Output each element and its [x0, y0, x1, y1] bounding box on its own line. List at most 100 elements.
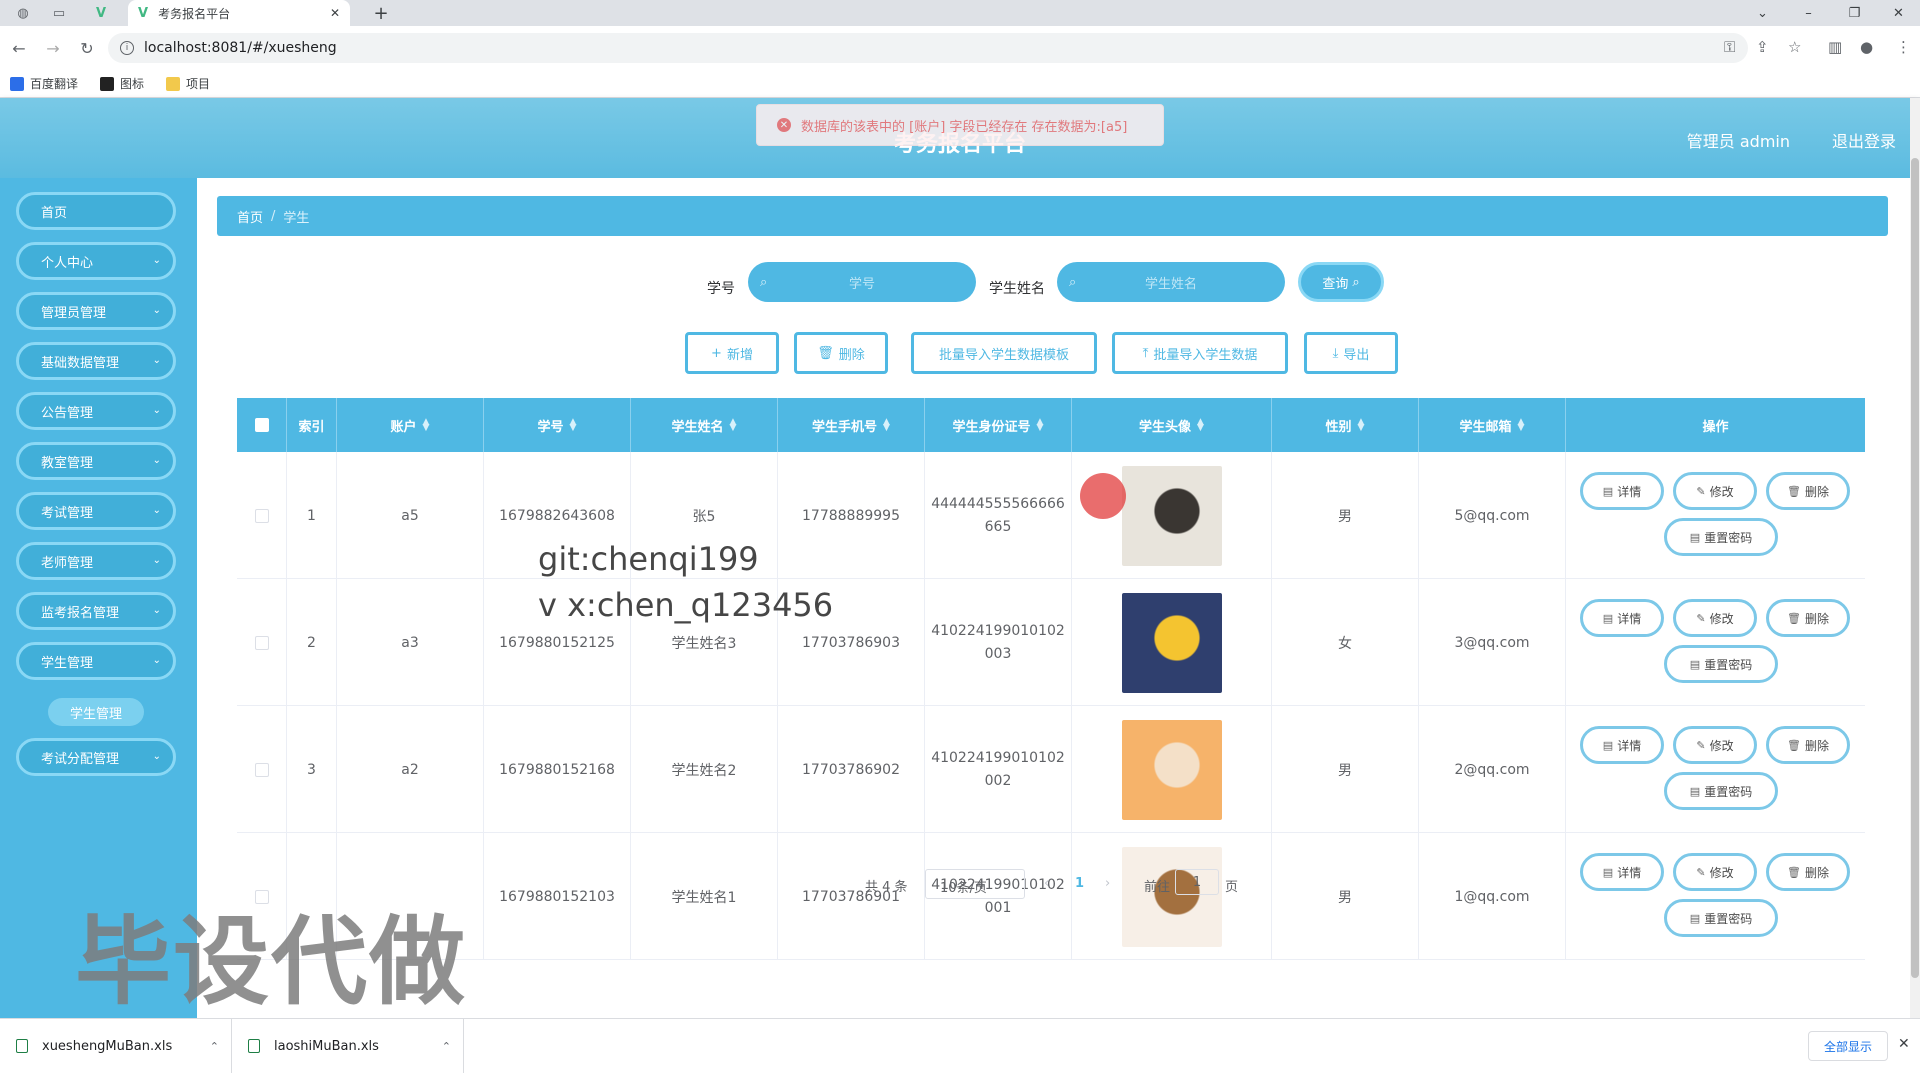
- reset-password-button[interactable]: ▤ 重置密码: [1664, 645, 1778, 683]
- import-template-button[interactable]: 批量导入学生数据模板: [911, 332, 1097, 374]
- sort-icon[interactable]: ▲ ▼: [1358, 418, 1365, 433]
- edit-button[interactable]: ✎ 修改: [1673, 472, 1757, 510]
- bookmark-xiangmu[interactable]: 项目: [166, 75, 210, 92]
- index-value: 1: [307, 507, 316, 524]
- sidebar-item-exam[interactable]: 考试管理 ⌄: [16, 492, 176, 530]
- sidebar-item-classroom[interactable]: 教室管理 ⌄: [16, 442, 176, 480]
- sort-icon[interactable]: ▲ ▼: [883, 418, 890, 433]
- share-icon[interactable]: ⇪: [1756, 38, 1769, 56]
- sidebar-item-admin[interactable]: 管理员管理 ⌄: [16, 292, 176, 330]
- close-downloads-icon[interactable]: ✕: [1898, 1036, 1910, 1052]
- next-page-icon[interactable]: ›: [1105, 876, 1110, 891]
- column-header[interactable]: 性别 ▲ ▼: [1272, 398, 1419, 452]
- sidepanel-icon[interactable]: ▥: [1828, 38, 1842, 56]
- column-header[interactable]: 学生邮箱 ▲ ▼: [1419, 398, 1566, 452]
- show-all-downloads-button[interactable]: 全部显示: [1808, 1031, 1888, 1061]
- minimize-button[interactable]: –: [1786, 0, 1831, 26]
- info-icon[interactable]: i: [120, 41, 134, 55]
- globe-icon[interactable]: ◍: [10, 0, 36, 26]
- reload-icon[interactable]: ↻: [72, 39, 102, 58]
- delete-button[interactable]: 🗑 删除: [1766, 472, 1850, 510]
- back-icon[interactable]: ←: [4, 39, 34, 58]
- close-window-button[interactable]: ✕: [1876, 0, 1920, 26]
- sidebar-item-profile[interactable]: 个人中心 ⌄: [16, 242, 176, 280]
- scrollbar-thumb[interactable]: [1911, 158, 1919, 978]
- prev-page-icon[interactable]: ‹: [1044, 876, 1049, 891]
- row-checkbox[interactable]: [254, 762, 269, 777]
- sort-icon[interactable]: ▲ ▼: [1197, 418, 1204, 433]
- profile-icon[interactable]: ●: [1860, 38, 1873, 56]
- breadcrumb-home[interactable]: 首页: [237, 207, 263, 226]
- bookmark-tubiao[interactable]: 图标: [100, 75, 144, 92]
- star-icon[interactable]: ☆: [1788, 38, 1801, 56]
- batch-delete-button[interactable]: 🗑 删除: [794, 332, 888, 374]
- vue-tab-icon[interactable]: V: [88, 0, 114, 26]
- row-checkbox[interactable]: [254, 508, 269, 523]
- download-item[interactable]: xueshengMuBan.xls ⌃: [0, 1019, 232, 1073]
- column-header[interactable]: 学生头像 ▲ ▼: [1072, 398, 1272, 452]
- edit-button[interactable]: ✎ 修改: [1673, 726, 1757, 764]
- student-avatar[interactable]: [1121, 465, 1222, 566]
- error-icon: ✕: [777, 118, 791, 132]
- row-checkbox[interactable]: [254, 635, 269, 650]
- reset-password-button[interactable]: ▤ 重置密码: [1664, 899, 1778, 937]
- column-header[interactable]: 账户 ▲ ▼: [337, 398, 484, 452]
- address-bar[interactable]: i localhost:8081/#/xuesheng: [108, 33, 1748, 63]
- edit-button[interactable]: ✎ 修改: [1673, 599, 1757, 637]
- download-item[interactable]: laoshiMuBan.xls ⌃: [232, 1019, 464, 1073]
- sidebar-item-notice[interactable]: 公告管理 ⌄: [16, 392, 176, 430]
- add-button[interactable]: + 新增: [685, 332, 779, 374]
- sort-icon[interactable]: ▲ ▼: [423, 418, 430, 433]
- tab-close-icon[interactable]: ✕: [330, 6, 340, 20]
- chevron-up-icon[interactable]: ⌃: [442, 1040, 451, 1053]
- blank-tab-icon[interactable]: ▭: [46, 0, 72, 26]
- sort-icon[interactable]: ▲ ▼: [730, 418, 737, 433]
- new-tab-button[interactable]: +: [368, 0, 394, 26]
- sidebar-item-home[interactable]: 首页: [16, 192, 176, 230]
- delete-label: 删除: [1804, 611, 1829, 626]
- goto-input[interactable]: 1: [1175, 869, 1219, 895]
- sort-icon[interactable]: ▲ ▼: [1037, 418, 1044, 433]
- sidebar-subitem-student[interactable]: 学生管理: [48, 698, 144, 726]
- menu-icon[interactable]: ⋮: [1896, 38, 1911, 56]
- select-all-checkbox[interactable]: [254, 418, 269, 432]
- sidebar-item-student[interactable]: 学生管理 ⌄: [16, 642, 176, 680]
- sidebar-item-teacher[interactable]: 老师管理 ⌄: [16, 542, 176, 580]
- student-avatar[interactable]: [1121, 592, 1222, 693]
- sort-icon[interactable]: ▲ ▼: [1518, 418, 1525, 433]
- xuehao-input[interactable]: ⌕ 学号: [748, 262, 976, 302]
- delete-button[interactable]: 🗑 删除: [1766, 599, 1850, 637]
- student-name-input[interactable]: ⌕ 学生姓名: [1057, 262, 1285, 302]
- tab-search-icon[interactable]: ⌄: [1740, 0, 1785, 26]
- logout-link[interactable]: 退出登录: [1832, 128, 1896, 152]
- sidebar-item-basedata[interactable]: 基础数据管理 ⌄: [16, 342, 176, 380]
- sidebar-item-proctor[interactable]: 监考报名管理 ⌄: [16, 592, 176, 630]
- column-header[interactable]: 学生身份证号 ▲ ▼: [925, 398, 1072, 452]
- forward-icon[interactable]: →: [38, 39, 68, 58]
- downloads-bar: xueshengMuBan.xls ⌃ laoshiMuBan.xls ⌃ 全部…: [0, 1018, 1920, 1073]
- key-icon[interactable]: ⚿: [1724, 38, 1735, 56]
- detail-button[interactable]: ▤ 详情: [1580, 599, 1664, 637]
- chevron-up-icon[interactable]: ⌃: [210, 1040, 219, 1053]
- restore-button[interactable]: ❐: [1832, 0, 1877, 26]
- page-number[interactable]: 1: [1075, 876, 1084, 891]
- reset-password-button[interactable]: ▤ 重置密码: [1664, 772, 1778, 810]
- column-header[interactable]: 学号 ▲ ▼: [484, 398, 631, 452]
- detail-button[interactable]: ▤ 详情: [1580, 472, 1664, 510]
- page-size-select[interactable]: 10条/页: [925, 869, 1025, 899]
- upload-icon: ⤒: [1142, 345, 1149, 361]
- batch-import-button[interactable]: ⤒ 批量导入学生数据: [1112, 332, 1288, 374]
- column-header[interactable]: 学生手机号 ▲ ▼: [778, 398, 925, 452]
- bookmark-baidu-fanyi[interactable]: 百度翻译: [10, 75, 78, 92]
- query-button[interactable]: 查询 ⌕: [1298, 262, 1384, 302]
- detail-button[interactable]: ▤ 详情: [1580, 726, 1664, 764]
- student-avatar[interactable]: [1121, 719, 1222, 820]
- delete-button[interactable]: 🗑 删除: [1766, 726, 1850, 764]
- reset-password-button[interactable]: ▤ 重置密码: [1664, 518, 1778, 556]
- sidebar-item-assign[interactable]: 考试分配管理 ⌄: [16, 738, 176, 776]
- column-header[interactable]: 学生姓名 ▲ ▼: [631, 398, 778, 452]
- export-button[interactable]: ⤓ 导出: [1304, 332, 1398, 374]
- browser-tab-active[interactable]: V 考务报名平台 ✕: [128, 0, 350, 26]
- sort-icon[interactable]: ▲ ▼: [570, 418, 577, 433]
- page-scrollbar[interactable]: [1910, 98, 1920, 1018]
